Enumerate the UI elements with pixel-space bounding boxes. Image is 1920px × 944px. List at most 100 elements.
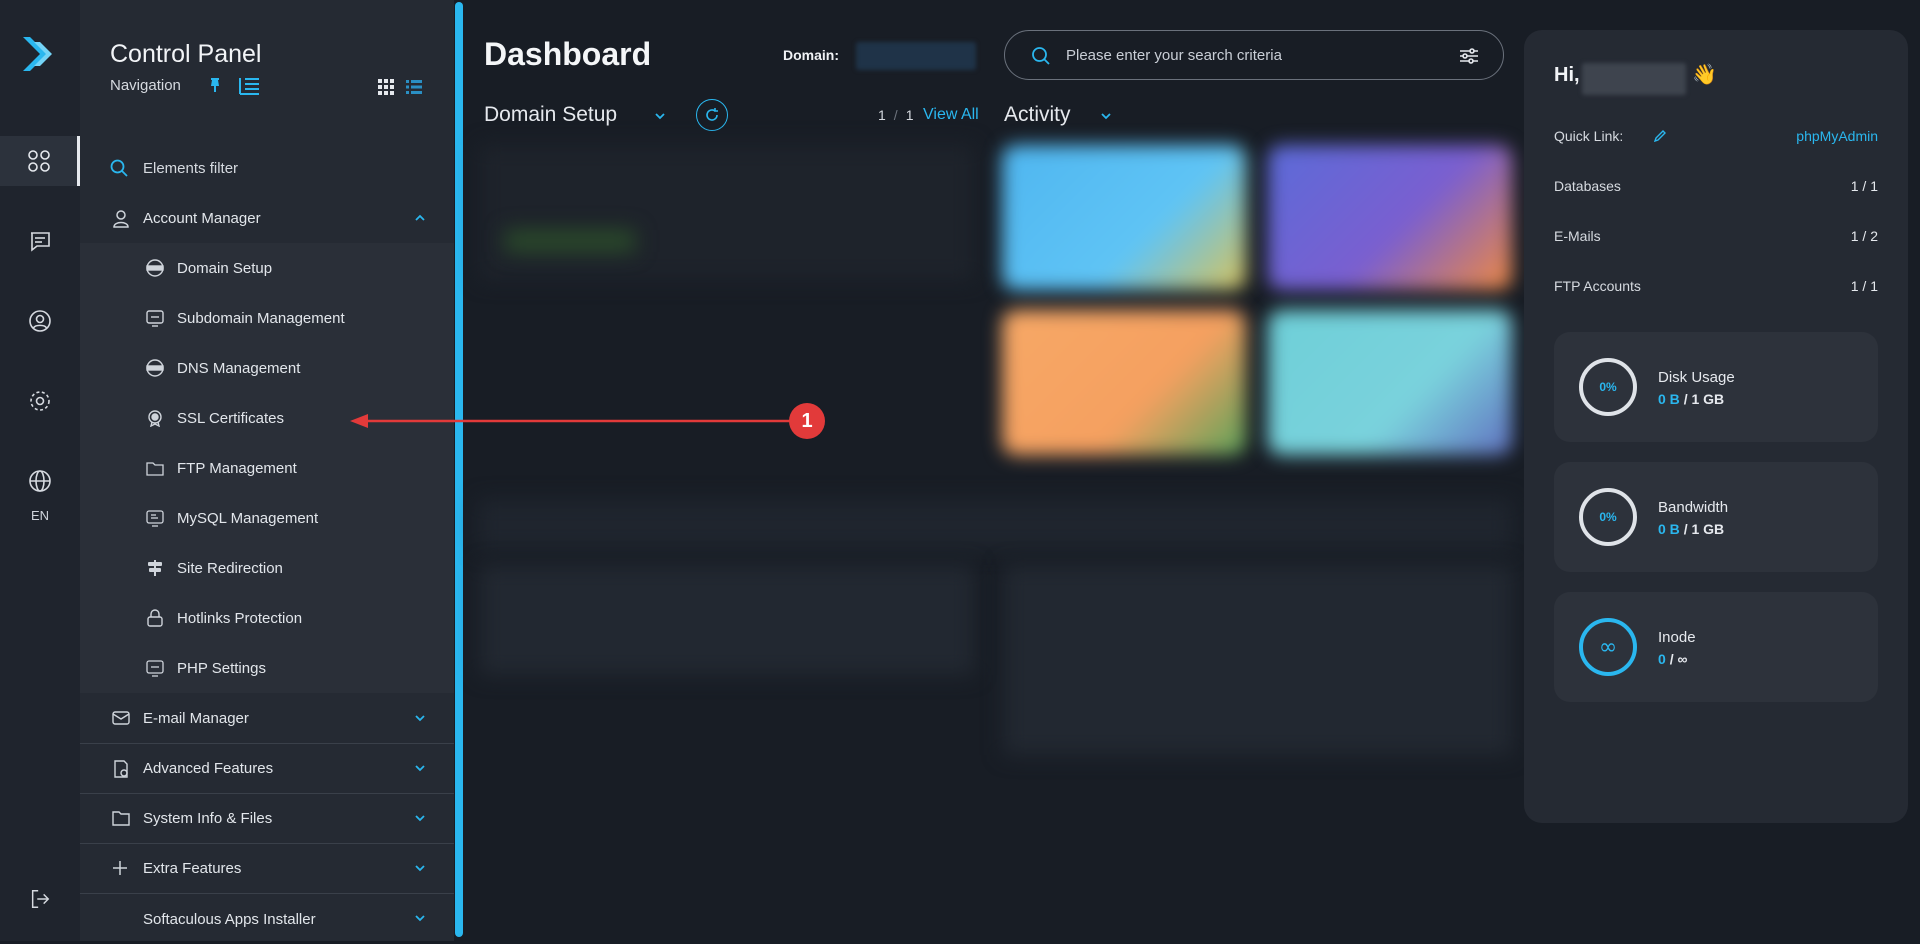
logo-icon[interactable] xyxy=(20,34,60,74)
stat-value: 0 B / 1 GB xyxy=(1658,391,1724,407)
account-summary-panel: Hi, 👋 Quick Link: phpMyAdmin Databases 1… xyxy=(1524,30,1908,823)
chevron-down-icon xyxy=(415,765,425,772)
pagination: 1 / 1 xyxy=(878,107,913,123)
dns-icon xyxy=(146,359,164,377)
chevron-down-icon xyxy=(415,865,425,872)
stat-value: 0 B / 1 GB xyxy=(1658,521,1724,537)
inode-card: ∞ Inode 0 / ∞ xyxy=(1554,592,1878,702)
submenu-item-mysql-management[interactable]: MySQL Management xyxy=(80,493,454,543)
bandwidth-card: 0% Bandwidth 0 B / 1 GB xyxy=(1554,462,1878,572)
chevron-down-icon[interactable] xyxy=(654,110,666,122)
chevron-up-icon xyxy=(415,214,425,221)
row-label: E-Mails xyxy=(1554,228,1601,244)
user-profile-icon[interactable] xyxy=(0,296,80,346)
envelope-icon xyxy=(112,711,130,725)
greeting: Hi, xyxy=(1554,64,1580,86)
row-value: 1 / 1 xyxy=(1850,278,1878,294)
submenu-label: SSL Certificates xyxy=(177,409,284,427)
elements-filter[interactable]: Elements filter xyxy=(80,150,454,186)
section-label: Softaculous Apps Installer xyxy=(143,910,316,928)
stat-total: 1 GB xyxy=(1691,521,1725,537)
logout-icon[interactable] xyxy=(0,874,80,924)
databases-row: Databases 1 / 1 xyxy=(1554,178,1878,194)
lower-header-blurred xyxy=(478,500,1512,550)
search-placeholder: Please enter your search criteria xyxy=(1066,47,1282,64)
waving-hand-icon: 👋 xyxy=(1692,64,1717,86)
submenu-label: FTP Management xyxy=(177,459,297,477)
submenu-item-subdomain-management[interactable]: Subdomain Management xyxy=(80,293,454,343)
section-email-manager[interactable]: E-mail Manager xyxy=(80,694,454,744)
submenu-item-php-settings[interactable]: PHP Settings xyxy=(80,643,454,693)
submenu-label: Hotlinks Protection xyxy=(177,609,303,627)
submenu-item-ftp-management[interactable]: FTP Management xyxy=(80,443,454,493)
ftp-accounts-row: FTP Accounts 1 / 1 xyxy=(1554,278,1878,294)
domain-table-blurred xyxy=(480,145,974,280)
section-softaculous[interactable]: Softaculous Apps Installer xyxy=(80,894,454,944)
stat-total: 1 GB xyxy=(1691,391,1725,407)
submenu-label: MySQL Management xyxy=(177,509,319,527)
ring-label: 0% xyxy=(1599,380,1617,394)
chevron-down-icon xyxy=(415,715,425,722)
row-label: Databases xyxy=(1554,178,1621,194)
refresh-button[interactable] xyxy=(696,99,728,131)
activity-card-blurred xyxy=(1002,310,1246,455)
chevron-down-icon[interactable] xyxy=(1100,110,1112,122)
username-redacted xyxy=(1582,63,1686,95)
stat-total: ∞ xyxy=(1677,651,1688,667)
search-icon xyxy=(1032,47,1050,65)
icon-rail: EN xyxy=(0,0,80,941)
stat-used: 0 B xyxy=(1658,391,1680,407)
row-value: 1 / 1 xyxy=(1850,178,1878,194)
submenu-label: DNS Management xyxy=(177,359,301,377)
row-label: FTP Accounts xyxy=(1554,278,1641,294)
filter-sliders-icon[interactable] xyxy=(1459,46,1479,66)
submenu-item-site-redirection[interactable]: Site Redirection xyxy=(80,543,454,593)
settings-gear-icon[interactable] xyxy=(0,376,80,426)
navigation-scrollbar[interactable] xyxy=(455,2,463,937)
control-panel-title: Control Panel xyxy=(110,40,262,68)
section-system-info-files[interactable]: System Info & Files xyxy=(80,794,454,844)
submenu-item-dns-management[interactable]: DNS Management xyxy=(80,343,454,393)
stat-label: Disk Usage xyxy=(1658,369,1735,386)
messages-icon[interactable] xyxy=(0,216,80,266)
edit-pencil-icon[interactable] xyxy=(1654,130,1666,142)
stat-sep: / xyxy=(1669,651,1674,667)
section-label: E-mail Manager xyxy=(143,710,249,727)
disk-usage-card: 0% Disk Usage 0 B / 1 GB xyxy=(1554,332,1878,442)
activity-card-blurred xyxy=(1002,145,1246,290)
view-all-link[interactable]: View All xyxy=(923,106,979,124)
submenu-item-domain-setup[interactable]: Domain Setup xyxy=(80,243,454,293)
list-view-icon[interactable] xyxy=(406,79,422,95)
domain-setup-title[interactable]: Domain Setup xyxy=(484,103,617,127)
signpost-icon xyxy=(148,560,162,576)
php-icon xyxy=(146,660,164,677)
lower-table-blurred xyxy=(480,565,974,675)
activity-title[interactable]: Activity xyxy=(1004,103,1071,127)
account-manager-submenu: Domain Setup Subdomain Management DNS Ma… xyxy=(80,243,454,693)
language-label[interactable]: EN xyxy=(0,508,80,523)
plus-icon xyxy=(113,861,127,875)
domain-selector-redacted[interactable] xyxy=(856,42,976,70)
ftp-folder-icon xyxy=(146,462,164,476)
quick-link-phpmyadmin[interactable]: phpMyAdmin xyxy=(1796,128,1878,144)
grid-view-icon[interactable] xyxy=(378,79,394,95)
domain-row-blurred xyxy=(505,230,635,252)
stat-label: Inode xyxy=(1658,629,1696,646)
submenu-item-hotlinks-protection[interactable]: Hotlinks Protection xyxy=(80,593,454,643)
navigation-panel: Control Panel Navigation Elements filter… xyxy=(80,0,454,941)
quick-link-row: Quick Link: phpMyAdmin xyxy=(1554,128,1878,144)
usage-ring: 0% xyxy=(1579,358,1637,416)
dashboard-icon[interactable] xyxy=(0,136,80,186)
tree-view-icon[interactable] xyxy=(237,76,261,96)
section-advanced-features[interactable]: Advanced Features xyxy=(80,744,454,794)
section-extra-features[interactable]: Extra Features xyxy=(80,844,454,894)
pin-icon[interactable] xyxy=(208,77,222,93)
refresh-icon xyxy=(706,108,718,121)
globe-language-icon[interactable] xyxy=(0,456,80,506)
section-label: Account Manager xyxy=(143,210,261,227)
search-bar[interactable]: Please enter your search criteria xyxy=(1004,30,1504,80)
elements-filter-label: Elements filter xyxy=(143,159,239,177)
subdomain-icon xyxy=(146,310,164,327)
section-account-manager[interactable]: Account Manager xyxy=(80,194,454,244)
lock-icon xyxy=(147,609,163,627)
